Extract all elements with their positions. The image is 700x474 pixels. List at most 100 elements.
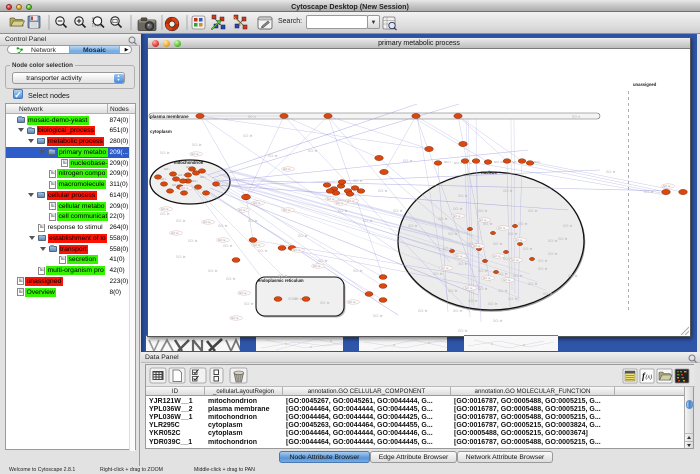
svg-text:GO: te: GO: te bbox=[453, 207, 463, 211]
svg-text:GO te: GO te bbox=[347, 199, 355, 203]
svg-text:GO te: GO te bbox=[465, 286, 473, 290]
svg-text:GO te: GO te bbox=[483, 276, 491, 280]
svg-text:GO: te: GO: te bbox=[538, 259, 548, 263]
svg-text:plasma membrane: plasma membrane bbox=[150, 114, 189, 119]
svg-text:GO: te: GO: te bbox=[244, 302, 254, 306]
svg-text:GO: te: GO: te bbox=[458, 329, 468, 333]
svg-text:GO: te: GO: te bbox=[483, 222, 493, 226]
svg-text:GO: te: GO: te bbox=[353, 179, 363, 183]
svg-text:GO: te: GO: te bbox=[363, 219, 373, 223]
svg-text:GO te: GO te bbox=[253, 243, 261, 247]
svg-text:GO: te: GO: te bbox=[458, 194, 468, 198]
svg-text:GO: te: GO: te bbox=[243, 134, 253, 138]
svg-text:GO te: GO te bbox=[441, 266, 449, 270]
svg-text:nucleus: nucleus bbox=[481, 170, 497, 175]
svg-text:GO t: GO t bbox=[186, 165, 192, 169]
svg-text:GO te: GO te bbox=[453, 214, 461, 218]
svg-text:GO te: GO te bbox=[336, 201, 344, 205]
svg-text:GO: te: GO: te bbox=[478, 209, 488, 213]
svg-text:GO: te: GO: te bbox=[403, 159, 413, 163]
svg-text:GO t: GO t bbox=[178, 173, 184, 177]
svg-text:mitochondrion: mitochondrion bbox=[174, 160, 204, 165]
svg-text:GO: te: GO: te bbox=[373, 314, 383, 318]
svg-text:GO: te: GO: te bbox=[498, 272, 508, 276]
svg-text:GO te: GO te bbox=[283, 167, 291, 171]
svg-text:GO te: GO te bbox=[238, 208, 246, 212]
svg-text:GO te: GO te bbox=[313, 264, 321, 268]
svg-text:GO: te: GO: te bbox=[443, 247, 453, 251]
svg-text:cytoplasm: cytoplasm bbox=[150, 129, 172, 134]
svg-text:GO: te: GO: te bbox=[518, 222, 528, 226]
svg-text:GO: te: GO: te bbox=[563, 224, 573, 228]
svg-text:GO: te: GO: te bbox=[248, 219, 258, 223]
svg-text:GO: te: GO: te bbox=[258, 249, 268, 253]
svg-text:GO: te: GO: te bbox=[320, 301, 330, 305]
svg-text:GO t: GO t bbox=[172, 183, 178, 187]
svg-text:GO: te: GO: te bbox=[433, 272, 443, 276]
svg-text:GO: te: GO: te bbox=[478, 269, 488, 273]
svg-text:GO te: GO te bbox=[511, 258, 519, 262]
svg-text:GO: te: GO: te bbox=[508, 297, 518, 301]
svg-text:GO: te: GO: te bbox=[606, 170, 616, 174]
svg-text:GO te: GO te bbox=[473, 244, 481, 248]
svg-text:GO te: GO te bbox=[161, 207, 169, 211]
svg-text:GO te: GO te bbox=[327, 197, 335, 201]
svg-text:GO te: GO te bbox=[239, 291, 247, 295]
svg-text:GO: te: GO: te bbox=[160, 151, 170, 155]
svg-text:GO: te: GO: te bbox=[378, 189, 388, 193]
svg-text:GO: te: GO: te bbox=[438, 217, 448, 221]
svg-text:GO: te: GO: te bbox=[160, 212, 170, 216]
svg-text:GO: te: GO: te bbox=[488, 302, 498, 306]
svg-text:GO: te: GO: te bbox=[226, 277, 236, 281]
svg-text:GO te: GO te bbox=[181, 186, 189, 190]
svg-text:GO te: GO te bbox=[479, 218, 487, 222]
svg-text:GO: te: GO: te bbox=[528, 209, 538, 213]
svg-text:GO: te: GO: te bbox=[528, 282, 538, 286]
svg-text:GO: te: GO: te bbox=[293, 297, 303, 301]
svg-text:GO te: GO te bbox=[293, 248, 301, 252]
svg-text:GO: te: GO: te bbox=[478, 287, 488, 291]
svg-text:GO: te: GO: te bbox=[393, 209, 403, 213]
svg-text:endoplasmic reticulum: endoplasmic reticulum bbox=[258, 278, 304, 283]
svg-text:GO: te: GO: te bbox=[208, 269, 218, 273]
svg-text:GO te: GO te bbox=[231, 316, 239, 320]
svg-text:GO: te: GO: te bbox=[498, 289, 508, 293]
svg-text:GO: te: GO: te bbox=[493, 242, 503, 246]
svg-text:GO te: GO te bbox=[493, 254, 501, 258]
svg-text:GO: te: GO: te bbox=[176, 255, 186, 259]
svg-text:GO: te: GO: te bbox=[543, 292, 553, 296]
svg-text:GO: te: GO: te bbox=[338, 209, 348, 213]
svg-text:GO: te: GO: te bbox=[493, 319, 503, 323]
svg-text:GO: tr: GO: tr bbox=[248, 115, 256, 119]
svg-text:GO t: GO t bbox=[194, 187, 200, 191]
svg-text:GO: te: GO: te bbox=[568, 274, 578, 278]
svg-text:GO: t: GO: t bbox=[444, 160, 451, 164]
svg-text:GO: te: GO: te bbox=[513, 274, 523, 278]
svg-text:GO t: GO t bbox=[192, 179, 198, 183]
svg-text:GO: te: GO: te bbox=[458, 262, 468, 266]
svg-text:GO te: GO te bbox=[283, 208, 291, 212]
svg-text:GO: te: GO: te bbox=[508, 232, 518, 236]
svg-text:GO: te: GO: te bbox=[548, 252, 558, 256]
svg-text:(x): (x) bbox=[646, 374, 653, 381]
svg-text:GO te: GO te bbox=[191, 152, 199, 156]
svg-text:GO: te: GO: te bbox=[308, 149, 318, 153]
svg-text:unassigned: unassigned bbox=[633, 82, 657, 87]
svg-text:GO: te: GO: te bbox=[548, 239, 558, 243]
svg-text:GO: te: GO: te bbox=[523, 247, 533, 251]
svg-text:GO: te: GO: te bbox=[503, 189, 513, 193]
svg-text:GO: te: GO: te bbox=[448, 289, 458, 293]
svg-text:GO: te: GO: te bbox=[218, 224, 228, 228]
svg-text:GO: te: GO: te bbox=[453, 309, 463, 313]
svg-text:GO: te: GO: te bbox=[268, 154, 278, 158]
svg-text:GO: te: GO: te bbox=[192, 143, 202, 147]
svg-text:GO t: GO t bbox=[160, 177, 166, 181]
svg-text:GO: te: GO: te bbox=[353, 269, 363, 273]
svg-text:GO: te: GO: te bbox=[298, 234, 308, 238]
svg-text:GO: te: GO: te bbox=[448, 232, 458, 236]
svg-text:GO: te: GO: te bbox=[558, 237, 568, 241]
svg-text:GO te: GO te bbox=[218, 238, 226, 242]
svg-text:GO: te: GO: te bbox=[468, 299, 478, 303]
svg-text:GO te: GO te bbox=[203, 220, 211, 224]
svg-text:GO: te: GO: te bbox=[318, 259, 328, 263]
